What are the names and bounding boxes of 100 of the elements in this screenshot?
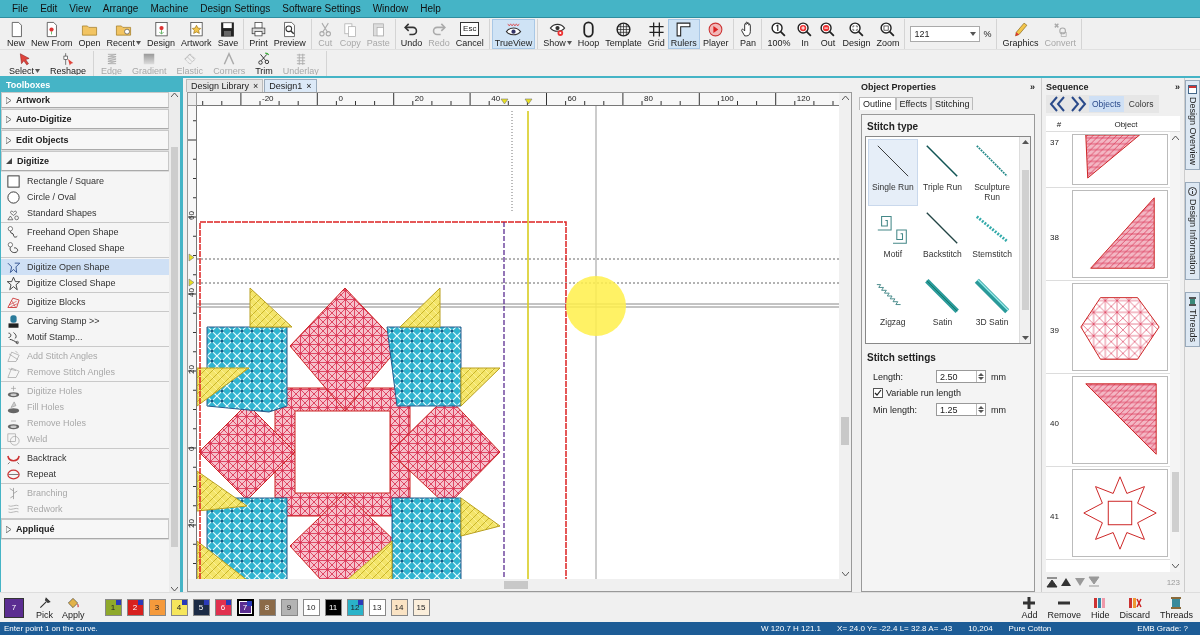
section-header[interactable]: Artwork [1,92,169,108]
toolbar-button[interactable]: Preview [270,19,309,49]
toolbar-button[interactable]: Out [816,19,840,49]
stitch-type-option[interactable]: Stemstitch [967,206,1017,274]
tool-item[interactable]: Rectangle / Square [1,173,169,189]
palette-action-button[interactable]: Threads [1156,595,1196,620]
color-swatch[interactable]: 7 [236,599,254,616]
palette-tool[interactable]: Pick [33,595,56,620]
color-swatch[interactable]: 4 [170,599,188,616]
document-tab[interactable]: Design1 × [264,79,317,92]
scroll-thumb[interactable] [841,417,849,445]
toolbar-button[interactable]: Print [246,19,271,49]
toolbar-button[interactable]: Grid [644,19,668,49]
palette-action-button[interactable]: Discard [1116,595,1153,620]
color-swatch[interactable]: 3 [148,599,166,616]
toolbar-button[interactable]: 100% [764,19,794,49]
section-header[interactable]: Appliqué [1,519,169,539]
menu-item[interactable]: View [63,1,97,16]
close-button[interactable]: × [306,81,312,91]
toolbar-button[interactable]: Rulers [667,19,700,49]
scroll-thumb[interactable] [171,147,178,547]
side-tab[interactable]: Threads [1185,291,1200,347]
toolbar-button[interactable]: Design [839,19,874,49]
palette-tool[interactable]: Apply [59,595,88,620]
palette-action-button[interactable]: Remove [1044,595,1084,620]
toolbar-button[interactable]: Pan [736,19,760,49]
color-swatch[interactable]: 11 [324,599,342,616]
toolbar-button[interactable]: Design [144,19,179,49]
toolbar-button[interactable]: Show [540,19,575,49]
collapse-button[interactable]: » [1175,82,1180,92]
collapse-button[interactable]: » [1030,82,1035,92]
color-swatch[interactable]: 1 [104,599,122,616]
tool-item[interactable]: Circle / Oval [1,189,169,205]
scroll-thumb[interactable] [504,581,528,589]
toolbar-button[interactable]: Undo [397,19,426,49]
zoom-field[interactable]: 121 [910,26,981,42]
menu-item[interactable]: Edit [34,1,64,16]
tool-item[interactable]: Repeat [1,466,169,482]
menu-item[interactable]: Software Settings [276,1,367,16]
color-swatch[interactable]: 9 [280,599,298,616]
menu-item[interactable]: Machine [144,1,195,16]
scrollbar[interactable] [169,92,180,592]
menu-item[interactable]: Help [414,1,447,16]
color-swatch[interactable]: 6 [214,599,232,616]
palette-action-button[interactable]: Add [1018,595,1041,620]
stitch-type-option[interactable]: 3D Satin [967,273,1017,341]
toolbar-button[interactable]: Template [602,19,645,49]
section-header[interactable]: Edit Objects [1,130,169,150]
panel-tab[interactable]: Stitching [930,97,974,110]
stitch-type-option[interactable]: Zigzag [868,273,918,341]
scroll-thumb[interactable] [1171,472,1179,532]
scrollbar[interactable] [1170,132,1180,572]
tool-item[interactable]: Digitize Open Shape [1,259,169,275]
stitch-type-option[interactable]: Satin [917,273,968,341]
color-swatch[interactable]: 2 [126,599,144,616]
stitch-type-option[interactable]: Motif [868,206,918,274]
tool-item[interactable]: Freehand Open Shape [1,224,169,240]
tool-item[interactable]: Standard Shapes [1,205,169,221]
number-field[interactable]: 1.25 [936,403,986,416]
toolbar-button[interactable]: Recent [103,19,145,49]
color-swatch[interactable]: 10 [302,599,320,616]
menu-item[interactable]: Arrange [96,1,145,16]
color-swatch[interactable]: 15 [412,599,430,616]
toolbar-button[interactable]: Player [699,19,732,49]
toolbar-button[interactable]: Artwork [178,19,215,49]
tool-item[interactable]: Backtrack [1,450,169,466]
menu-item[interactable]: Design Settings [194,1,277,16]
palette-action-button[interactable]: Hide [1087,595,1113,620]
stitch-type-option[interactable]: Single Run [868,139,918,207]
toolbar-button[interactable]: TrueView [491,19,536,49]
toolbar-button[interactable]: New From [28,19,76,49]
vertical-scrollbar[interactable] [839,93,851,579]
stitch-type-option[interactable]: Backstitch [917,206,968,274]
toolbar-button[interactable]: Trim [252,51,276,76]
section-header[interactable]: Auto-Digitize [1,109,169,129]
panel-tab[interactable]: Colors [1125,96,1157,112]
toolbar-button[interactable]: Graphics [999,19,1042,49]
menu-item[interactable]: File [6,1,35,16]
checkbox[interactable] [873,388,883,398]
color-swatch[interactable]: 5 [192,599,210,616]
stitch-type-option[interactable]: Triple Run [917,139,968,207]
section-header[interactable]: Digitize [1,151,169,171]
number-field[interactable]: 2.50 [936,370,986,383]
toolbar-button[interactable]: Zoom [873,19,903,49]
color-swatch[interactable]: 13 [368,599,386,616]
toolbar-button[interactable]: Reshape [47,51,90,76]
color-swatch[interactable]: 8 [258,599,276,616]
toolbar-button[interactable]: Save [214,19,242,49]
tool-item[interactable]: Motif Stamp... [1,329,169,345]
tool-item[interactable]: Carving Stamp >> [1,313,169,329]
menu-item[interactable]: Window [366,1,415,16]
panel-tab[interactable]: Effects [895,97,931,110]
toolbar-button[interactable]: Esc Cancel [452,19,487,49]
close-button[interactable]: × [253,81,259,91]
stitch-type-option[interactable]: Sculpture Run [967,139,1017,207]
toolbar-button[interactable]: Hoop [574,19,603,49]
document-tab[interactable]: Design Library × [186,79,264,92]
panel-tab[interactable]: Outline [859,97,896,110]
toolbar-button[interactable]: In [793,19,817,49]
side-tab[interactable]: Design Overview [1185,80,1200,171]
